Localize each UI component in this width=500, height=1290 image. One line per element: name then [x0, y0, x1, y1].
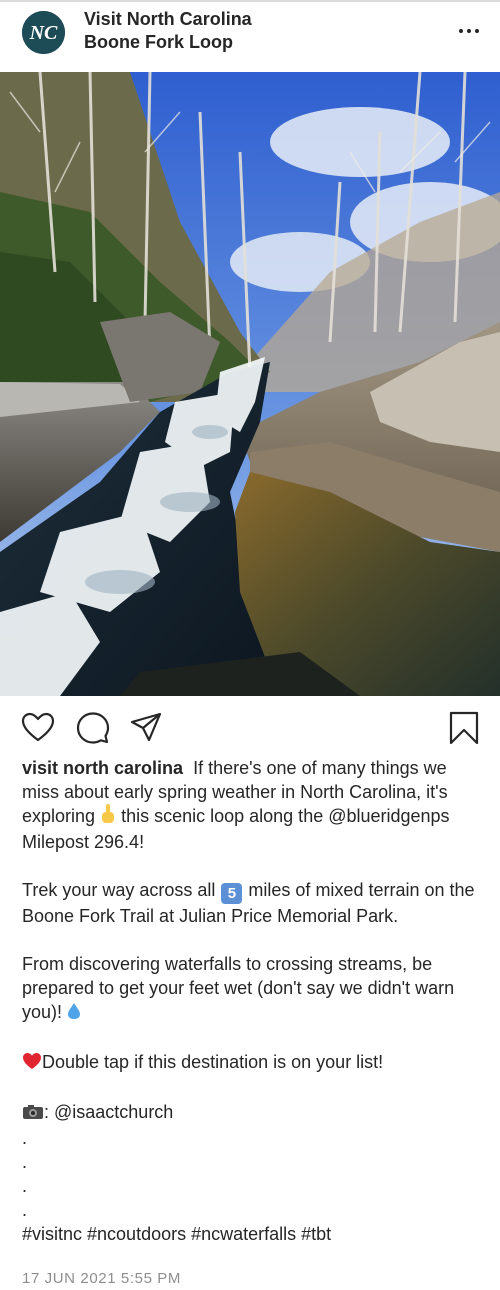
caption-text: From discovering waterfalls to crossing … [22, 954, 455, 1022]
caption-paragraph: visit north carolina If there's one of m… [22, 756, 482, 854]
red-heart-emoji-icon [22, 1052, 42, 1076]
post-actions [0, 696, 500, 756]
nc-logo: NC [22, 11, 65, 54]
send-icon[interactable] [129, 711, 163, 745]
caption-hashtags[interactable]: #visitnc #ncoutdoors #ncwaterfalls #tbt [22, 1222, 482, 1246]
post-timestamp: 17 JUN 2021 5:55 PM [22, 1270, 181, 1287]
caption-paragraph: From discovering waterfalls to crossing … [22, 952, 482, 1026]
location-link[interactable]: Boone Fork Loop [84, 30, 233, 54]
account-name[interactable]: Visit North Carolina [84, 7, 252, 31]
caption-paragraph: : @isaactchurch [22, 1100, 482, 1126]
pointing-up-emoji-icon [100, 804, 116, 830]
camera-emoji-icon [22, 1102, 44, 1126]
caption-dot: . [22, 1176, 28, 1196]
keycap-five-emoji-icon: 5 [221, 883, 243, 904]
photo-credit[interactable]: : @isaactchurch [44, 1102, 173, 1122]
caption-dot: . [22, 1152, 28, 1172]
caption-dot: . [22, 1128, 28, 1148]
post-photo-image [0, 72, 500, 696]
post-caption: visit north carolina If there's one of m… [22, 756, 482, 1246]
post-photo[interactable] [0, 72, 500, 696]
caption-text: Trek your way across all [22, 880, 216, 900]
caption-paragraph: Double tap if this destination is on you… [22, 1050, 482, 1076]
more-horizontal-icon[interactable] [456, 29, 482, 37]
caption-text: Double tap if this destination is on you… [42, 1052, 384, 1072]
post-header: NC Visit North Carolina Boone Fork Loop [0, 2, 500, 72]
bookmark-icon[interactable] [447, 711, 481, 745]
caption-paragraph: Trek your way across all 5 miles of mixe… [22, 878, 482, 928]
avatar-logo-text: NC [29, 22, 58, 44]
droplet-emoji-icon [67, 1002, 81, 1026]
heart-icon[interactable] [21, 711, 55, 745]
caption-dot: . [22, 1200, 28, 1220]
comment-icon[interactable] [76, 711, 110, 745]
avatar[interactable]: NC [22, 11, 65, 54]
caption-username[interactable]: visit north carolina [22, 758, 183, 778]
